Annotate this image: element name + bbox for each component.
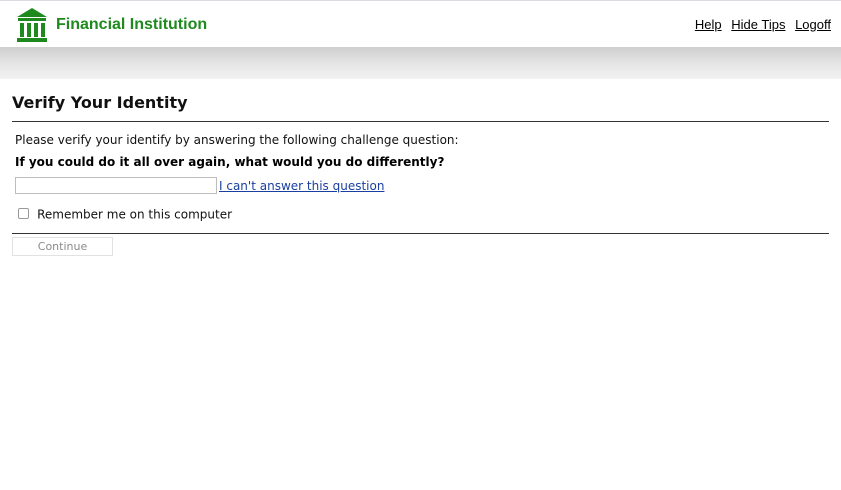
header-nav: Help Hide Tips Logoff <box>689 17 831 32</box>
instructions-text: Please verify your identify by answering… <box>15 133 459 147</box>
title-divider <box>12 121 829 122</box>
continue-button[interactable]: Continue <box>12 237 113 256</box>
remember-me-label[interactable]: Remember me on this computer <box>37 208 232 222</box>
help-link[interactable]: Help <box>695 17 722 32</box>
bank-building-icon <box>17 8 47 42</box>
challenge-question: If you could do it all over again, what … <box>15 155 445 169</box>
answer-input[interactable] <box>15 177 217 194</box>
remember-me-checkbox[interactable] <box>18 208 29 219</box>
page-title: Verify Your Identity <box>12 93 188 112</box>
form-divider <box>12 233 829 234</box>
logoff-link[interactable]: Logoff <box>795 17 831 32</box>
hide-tips-link[interactable]: Hide Tips <box>731 17 785 32</box>
cant-answer-link[interactable]: I can't answer this question <box>219 179 384 193</box>
brand-name: Financial Institution <box>56 16 208 33</box>
remember-me-row[interactable]: Remember me on this computer <box>18 204 232 222</box>
header-band <box>0 47 841 79</box>
header: Financial Institution Help Hide Tips Log… <box>0 1 841 47</box>
